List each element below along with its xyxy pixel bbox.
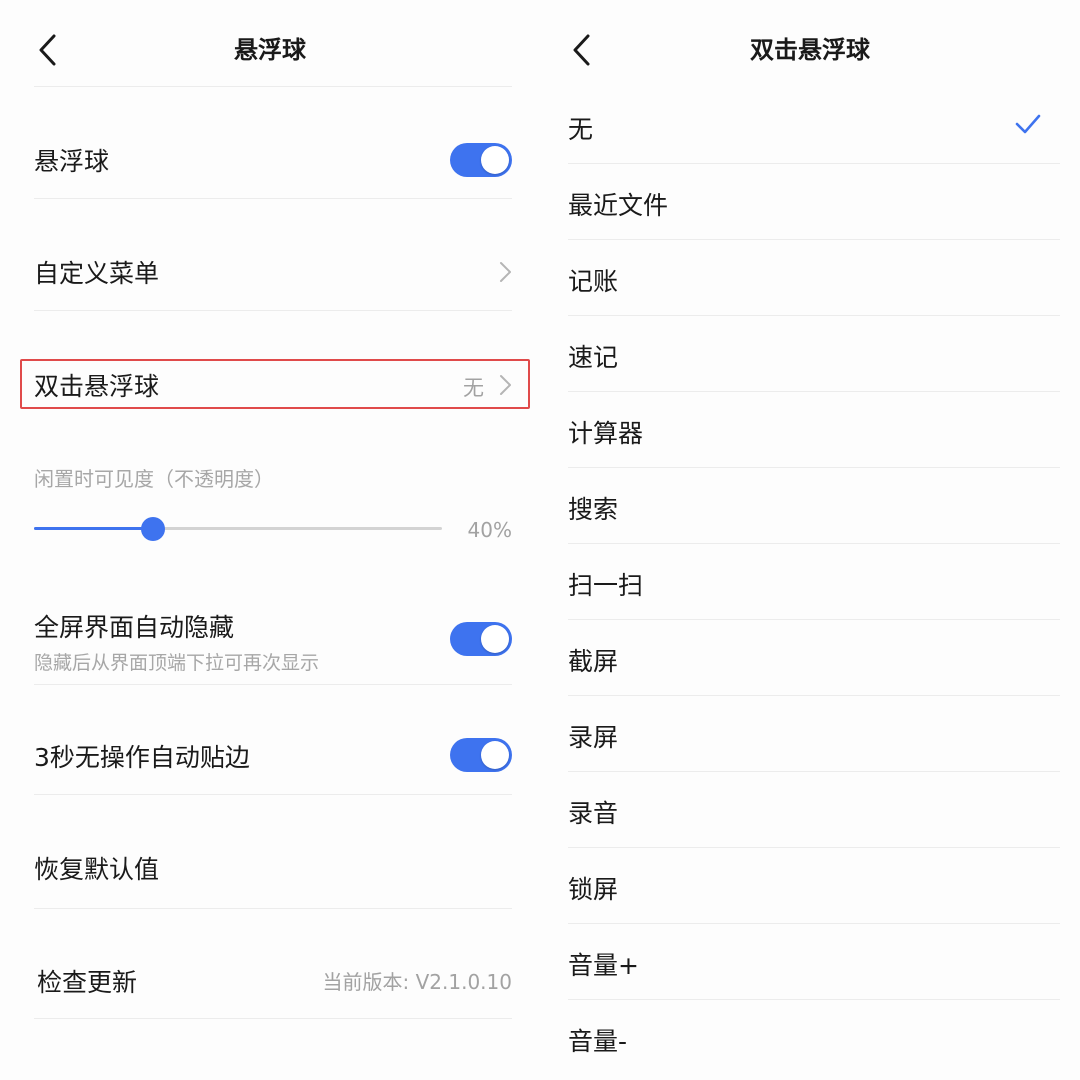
option-item[interactable]: 搜索 (540, 468, 1080, 544)
check-update-row[interactable]: 检查更新 当前版本: V2.1.0.10 (0, 946, 540, 1022)
auto-edge-row: 3秒无操作自动贴边 (0, 720, 540, 796)
toggle-knob (481, 146, 509, 174)
check-update-label: 检查更新 (37, 968, 138, 997)
divider (34, 794, 512, 795)
page-title: 悬浮球 (234, 36, 306, 64)
chevron-right-icon (500, 262, 511, 282)
current-version: 当前版本: V2.1.0.10 (322, 970, 512, 994)
option-item[interactable]: 无 (540, 88, 1080, 164)
option-item[interactable]: 最近文件 (540, 164, 1080, 240)
highlight-box (20, 359, 530, 409)
option-label: 录音 (568, 799, 619, 828)
divider (34, 86, 512, 87)
option-label: 速记 (568, 343, 619, 372)
header: 双击悬浮球 (540, 0, 1080, 96)
divider (34, 1018, 512, 1019)
option-label: 最近文件 (568, 191, 669, 220)
divider (34, 310, 512, 311)
auto-edge-toggle[interactable] (450, 738, 512, 772)
option-label: 录屏 (568, 723, 619, 752)
header: 悬浮球 (0, 0, 540, 96)
custom-menu-label: 自定义菜单 (34, 259, 160, 288)
option-label: 搜索 (568, 495, 619, 524)
option-label: 音量+ (568, 951, 639, 980)
float-ball-toggle[interactable] (450, 143, 512, 177)
floating-ball-settings-screen: 悬浮球 悬浮球 自定义菜单 双击悬浮球 无 闲置时可见度（不透明度） 40% 全… (0, 0, 540, 1080)
option-item[interactable]: 录屏 (540, 696, 1080, 772)
double-tap-action-screen: 双击悬浮球 无最近文件记账速记计算器搜索扫一扫截屏录屏录音锁屏音量+ 音量- (540, 0, 1080, 1080)
page-title: 双击悬浮球 (750, 36, 870, 64)
fullscreen-hide-toggle[interactable] (450, 622, 512, 656)
toggle-knob (481, 625, 509, 653)
option-item[interactable]: 音量- (540, 1000, 1080, 1076)
option-label: 无 (568, 115, 594, 144)
checkmark-icon (1015, 114, 1041, 134)
option-item[interactable]: 扫一扫 (540, 544, 1080, 620)
fullscreen-hide-row: 全屏界面自动隐藏 隐藏后从界面顶端下拉可再次显示 (0, 600, 540, 686)
slider-thumb[interactable] (141, 517, 165, 541)
option-label: 记账 (568, 267, 619, 296)
option-label: 截屏 (568, 647, 619, 676)
slider-fill (34, 527, 153, 530)
divider (34, 198, 512, 199)
option-label: 计算器 (568, 419, 644, 448)
auto-edge-label: 3秒无操作自动贴边 (34, 743, 250, 772)
opacity-value: 40% (467, 518, 512, 542)
option-item[interactable]: 录音 (540, 772, 1080, 848)
option-label: 扫一扫 (568, 571, 644, 600)
option-label: 锁屏 (568, 875, 619, 904)
float-ball-label: 悬浮球 (34, 147, 110, 176)
fullscreen-hide-label: 全屏界面自动隐藏 (34, 613, 235, 642)
option-item[interactable]: 速记 (540, 316, 1080, 392)
custom-menu-row[interactable]: 自定义菜单 (0, 240, 540, 312)
idle-visibility-caption: 闲置时可见度（不透明度） (34, 467, 274, 491)
float-ball-row: 悬浮球 (0, 130, 540, 200)
fullscreen-hide-sub: 隐藏后从界面顶端下拉可再次显示 (34, 652, 320, 674)
option-item[interactable]: 计算器 (540, 392, 1080, 468)
option-item[interactable]: 音量+ (540, 924, 1080, 1000)
opacity-slider[interactable] (34, 516, 442, 542)
restore-default-label: 恢复默认值 (34, 855, 160, 884)
divider (34, 684, 512, 685)
option-label: 音量- (568, 1027, 628, 1056)
option-item[interactable]: 记账 (540, 240, 1080, 316)
option-item[interactable]: 锁屏 (540, 848, 1080, 924)
toggle-knob (481, 741, 509, 769)
option-item[interactable]: 截屏 (540, 620, 1080, 696)
divider (34, 908, 512, 909)
restore-default-row[interactable]: 恢复默认值 (0, 834, 540, 910)
